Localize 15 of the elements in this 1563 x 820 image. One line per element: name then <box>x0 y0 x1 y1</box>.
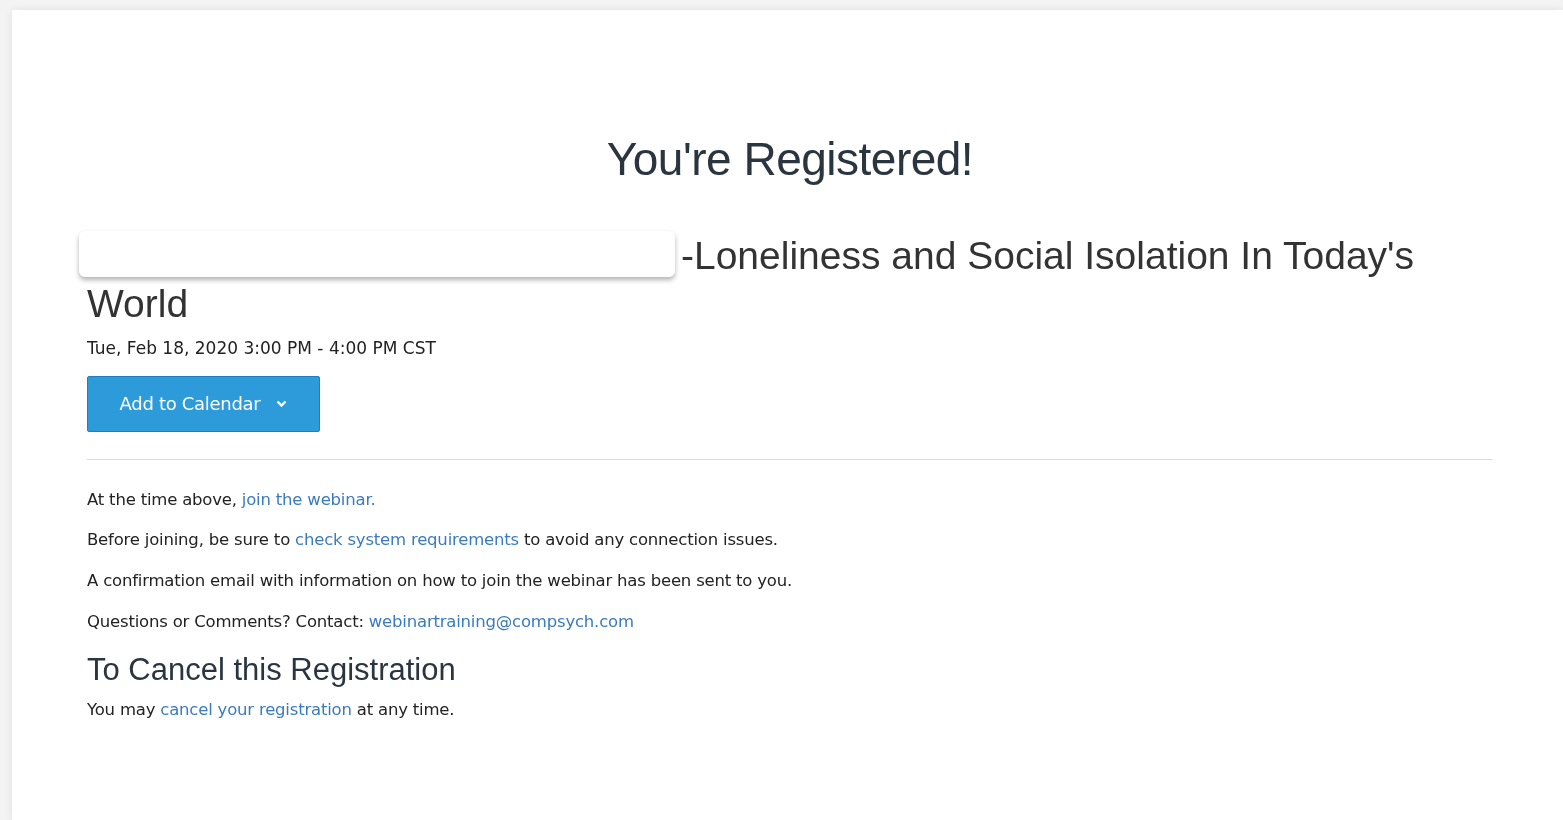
cancel-heading: To Cancel this Registration <box>87 650 457 688</box>
info-text: At the time above, join the webinar. <box>87 488 377 511</box>
page-heading: You're Registered! <box>605 132 975 187</box>
caret-icon <box>276 399 288 408</box>
event-datetime: Tue, Feb 18, 2020 3:00 PM - 4:00 PM CST <box>87 337 437 361</box>
add-to-calendar-button[interactable]: Add to Calendar <box>87 375 320 432</box>
link[interactable]: webinartraining@compsych.com <box>368 611 634 631</box>
info-text: A confirmation email with information on how to join the webinar has been sent to you. <box>87 570 794 593</box>
info-text: Questions or Comments? Contact: webinartraining@compsych.com <box>87 610 635 633</box>
link[interactable]: cancel your registration <box>160 699 352 719</box>
link[interactable]: join the webinar. <box>241 489 376 509</box>
link[interactable]: check system requirements <box>295 530 519 550</box>
event-title: -Loneliness and Social Isolation In Today's World <box>87 234 1415 326</box>
cancel-text: You may cancel your registration at any time. <box>87 698 456 721</box>
info-text: Before joining, be sure to check system requirements to avoid any connection issues. <box>87 529 779 552</box>
